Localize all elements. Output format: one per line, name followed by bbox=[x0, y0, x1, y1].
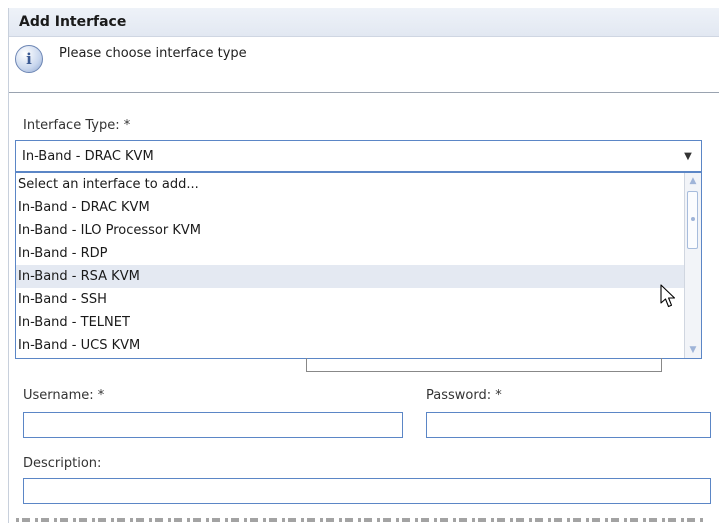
info-icon: i bbox=[15, 45, 43, 73]
scroll-up-arrow-icon[interactable]: ▲ bbox=[685, 173, 701, 189]
dropdown-option[interactable]: In-Band - RDP bbox=[16, 242, 701, 265]
password-input[interactable] bbox=[426, 412, 711, 438]
cut-off-footer-text bbox=[16, 512, 706, 523]
interface-type-dropdown-list[interactable]: Select an interface to add... In-Band - … bbox=[15, 172, 702, 359]
info-message: Please choose interface type bbox=[59, 46, 247, 61]
mouse-pointer-icon bbox=[660, 284, 676, 308]
description-label: Description: bbox=[23, 456, 102, 471]
scroll-down-arrow-icon[interactable]: ▼ bbox=[685, 342, 701, 358]
password-label: Password: * bbox=[426, 388, 502, 403]
info-message-bar: i Please choose interface type bbox=[9, 37, 719, 93]
dropdown-option[interactable]: Select an interface to add... bbox=[16, 173, 701, 196]
interface-type-label: Interface Type: * bbox=[23, 118, 131, 133]
description-input[interactable] bbox=[23, 478, 711, 504]
dropdown-option[interactable]: In-Band - SSH bbox=[16, 288, 701, 311]
chevron-down-icon[interactable]: ▼ bbox=[675, 151, 701, 162]
dropdown-option[interactable]: In-Band - UCS KVM bbox=[16, 334, 701, 357]
dialog-title: Add Interface bbox=[9, 8, 719, 37]
dropdown-option[interactable]: In-Band - TELNET bbox=[16, 311, 701, 334]
dropdown-option[interactable]: In-Band - DRAC KVM bbox=[16, 196, 701, 219]
dropdown-option[interactable]: In-Band - ILO Processor KVM bbox=[16, 219, 701, 242]
interface-type-selected-value: In-Band - DRAC KVM bbox=[22, 148, 154, 164]
scrollbar-thumb[interactable] bbox=[687, 191, 698, 249]
dropdown-scrollbar[interactable]: ▲ ▼ bbox=[684, 173, 701, 358]
username-input[interactable] bbox=[23, 412, 403, 438]
hidden-field-outline bbox=[306, 358, 662, 372]
interface-type-select[interactable]: In-Band - DRAC KVM ▼ bbox=[15, 140, 702, 172]
dropdown-option-hovered[interactable]: In-Band - RSA KVM bbox=[16, 265, 701, 288]
username-label: Username: * bbox=[23, 388, 105, 403]
